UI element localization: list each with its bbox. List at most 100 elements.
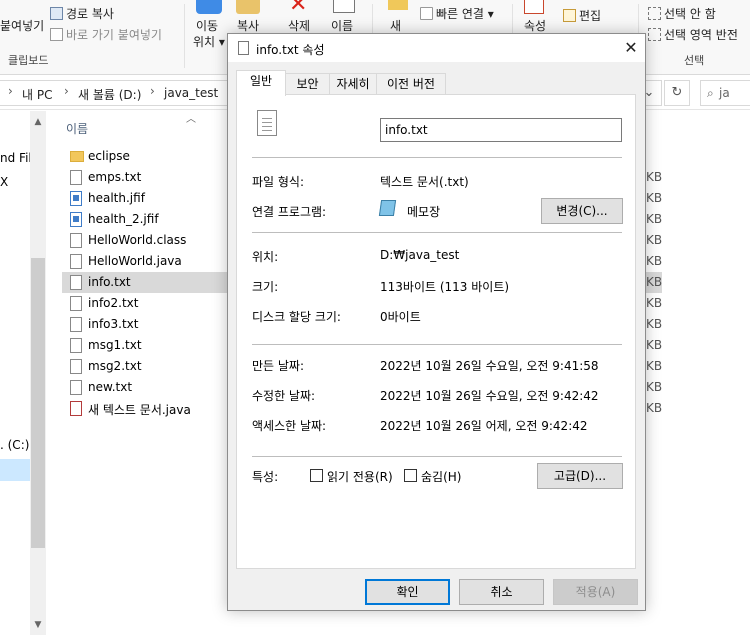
new-folder-button[interactable]: 새 [390, 17, 401, 34]
file-name: 새 텍스트 문서.java [88, 403, 191, 417]
file-name: info.txt [88, 275, 131, 289]
invert-selection-button[interactable]: 선택 영역 반전 [648, 26, 738, 43]
refresh-button[interactable]: ↻ [664, 80, 690, 106]
dialog-titlebar[interactable]: info.txt 속성 ✕ [228, 34, 645, 62]
apply-button[interactable]: 적용(A) [553, 579, 638, 605]
java-file-icon [70, 401, 82, 416]
breadcrumb-drive[interactable]: 새 볼륨 (D:) [78, 86, 141, 103]
general-tab-panel: 파일 형식: 텍스트 문서(.txt) 연결 프로그램: 메모장 변경(C)..… [236, 94, 636, 569]
chevron-right-icon: › [8, 84, 13, 98]
image-file-icon [70, 191, 82, 206]
tab-previous-versions[interactable]: 이전 버전 [376, 73, 446, 95]
easy-access-button[interactable]: 빠른 연결 ▾ [420, 5, 494, 22]
file-size: KB [646, 401, 663, 415]
location-label: 위치: [252, 250, 279, 264]
file-name: info3.txt [88, 317, 139, 331]
copy-path-button[interactable]: 경로 복사 [50, 5, 114, 22]
accessed-value: 2022년 10월 26일 어제, 오전 9:42:42 [380, 419, 588, 433]
text-file-icon [238, 41, 249, 55]
file-name: new.txt [88, 380, 133, 394]
nav-scrollbar-thumb[interactable] [31, 258, 45, 548]
ok-button[interactable]: 확인 [365, 579, 450, 605]
copy-to-button[interactable]: 복사 [237, 17, 259, 34]
change-button[interactable]: 변경(C)... [541, 198, 623, 224]
nav-selected-item[interactable] [0, 459, 30, 481]
text-file-icon [70, 359, 82, 374]
search-input[interactable]: ⌕ ja [700, 80, 750, 106]
tab-general[interactable]: 일반 [236, 70, 286, 96]
select-none-icon [648, 7, 661, 20]
created-label: 만든 날짜: [252, 359, 305, 373]
divider [252, 157, 622, 158]
copy-path-label: 경로 복사 [66, 7, 114, 21]
delete-icon: ✕ [289, 0, 308, 17]
properties-button[interactable]: 속성 [524, 17, 546, 34]
hidden-checkbox[interactable] [404, 469, 417, 482]
shortcut-icon [50, 28, 63, 41]
file-size: KB [646, 275, 663, 289]
file-size: KB [646, 254, 663, 268]
paste-shortcut-label: 바로 가기 붙여넣기 [66, 28, 162, 42]
select-none-button[interactable]: 선택 안 함 [648, 5, 716, 22]
size-value: 113바이트 (113 바이트) [380, 280, 510, 294]
edit-button[interactable]: 편집 [563, 7, 601, 24]
file-type-value: 텍스트 문서(.txt) [380, 175, 469, 189]
move-to-sub-label: 위치 ▾ [193, 35, 225, 49]
column-header-name[interactable]: 이름 [66, 120, 88, 137]
file-name: info2.txt [88, 296, 139, 310]
text-file-icon [70, 317, 82, 332]
search-placeholder: ja [719, 86, 730, 100]
size-on-disk-label: 디스크 할당 크기: [252, 310, 341, 324]
move-to-button[interactable]: 이동 [196, 17, 218, 34]
hidden-label[interactable]: 숨김(H) [421, 468, 461, 485]
easy-access-label: 빠른 연결 [436, 7, 484, 21]
size-label: 크기: [252, 280, 279, 294]
divider [252, 344, 622, 345]
file-size: KB [646, 338, 663, 352]
sort-ascending-icon: ︿ [186, 114, 196, 125]
tab-security[interactable]: 보안 [285, 73, 330, 95]
invert-selection-icon [648, 28, 661, 41]
folder-icon [70, 151, 84, 162]
file-size: KB [646, 233, 663, 247]
file-size: KB [646, 170, 663, 184]
file-name: health_2.jfif [88, 212, 159, 226]
image-file-icon [70, 212, 82, 227]
file-size: KB [646, 191, 663, 205]
cancel-button[interactable]: 취소 [459, 579, 544, 605]
close-button[interactable]: ✕ [619, 36, 643, 60]
ribbon-divider [184, 4, 185, 68]
paste-button[interactable]: 붙여넣기 [0, 17, 44, 34]
select-none-label: 선택 안 함 [664, 7, 716, 21]
refresh-icon: ↻ [671, 85, 683, 100]
file-name-field[interactable] [380, 118, 622, 142]
nav-item-drive-c[interactable]: . (C:) [0, 438, 29, 452]
modified-label: 수정한 날짜: [252, 389, 316, 403]
close-icon: ✕ [624, 38, 638, 57]
breadcrumb-folder[interactable]: java_test [164, 86, 218, 100]
invert-selection-label: 선택 영역 반전 [664, 28, 738, 42]
readonly-checkbox[interactable] [310, 469, 323, 482]
delete-button[interactable]: 삭제 [288, 17, 310, 34]
select-group-label: 선택 [684, 54, 705, 67]
file-size: KB [646, 212, 663, 226]
location-value: D:₩java_test [380, 248, 460, 262]
rename-button[interactable]: 이름 [331, 17, 353, 34]
tab-details[interactable]: 자세히 [329, 73, 377, 95]
attributes-label: 특성: [252, 470, 279, 484]
new-folder-icon [388, 0, 408, 10]
scroll-down-icon[interactable]: ▼ [30, 620, 46, 630]
text-file-icon [257, 110, 277, 136]
paste-shortcut-button[interactable]: 바로 가기 붙여넣기 [50, 26, 162, 43]
file-name: eclipse [88, 149, 130, 163]
advanced-button[interactable]: 고급(D)... [537, 463, 623, 489]
readonly-label[interactable]: 읽기 전용(R) [327, 468, 393, 485]
scroll-up-icon[interactable]: ▲ [30, 117, 46, 127]
clipboard-icon [50, 7, 63, 20]
nav-item-other[interactable]: X [0, 175, 8, 189]
text-file-icon [70, 296, 82, 311]
modified-value: 2022년 10월 26일 수요일, 오전 9:42:42 [380, 389, 599, 403]
clipboard-group-label: 클립보드 [8, 54, 49, 67]
opens-with-value: 메모장 [407, 205, 441, 219]
breadcrumb-this-pc[interactable]: 내 PC [22, 86, 52, 103]
